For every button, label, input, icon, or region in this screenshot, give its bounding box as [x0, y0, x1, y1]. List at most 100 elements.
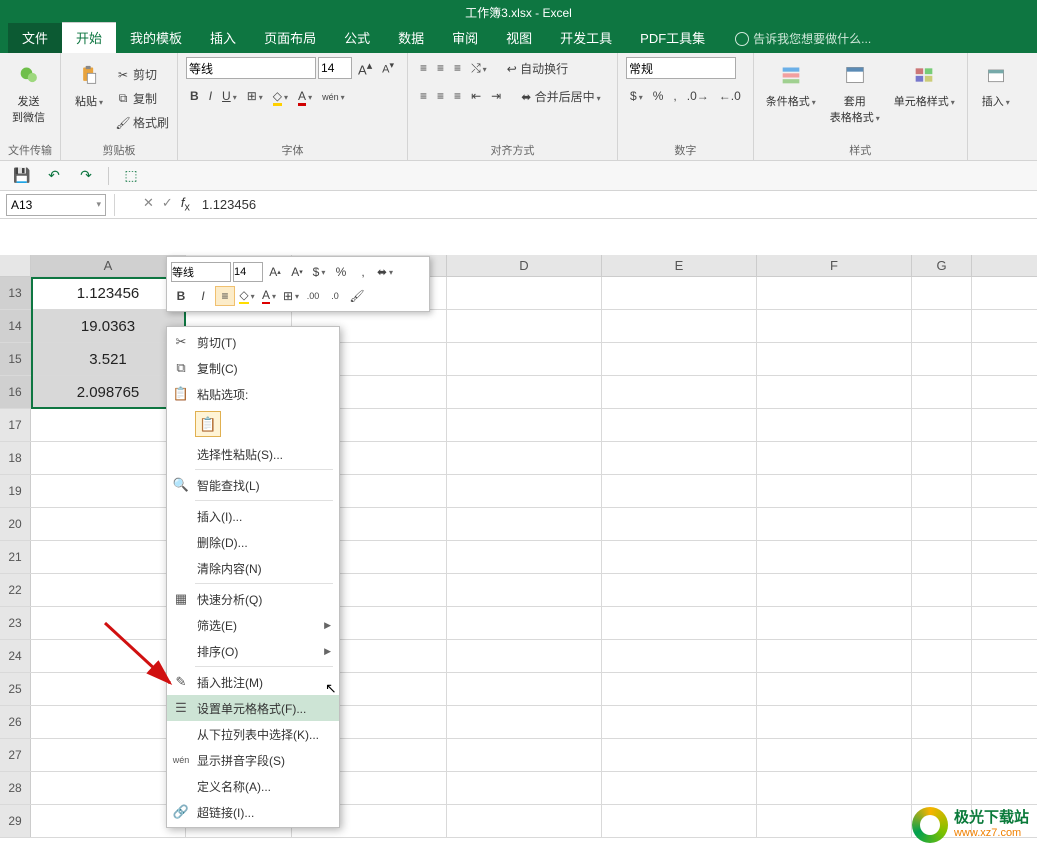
mini-format-painter[interactable]: 🖌: [347, 286, 367, 306]
align-right-button[interactable]: ≡: [450, 87, 465, 105]
cell[interactable]: [602, 805, 757, 837]
ctx-delete[interactable]: 删除(D)...: [167, 529, 339, 555]
cell[interactable]: [602, 739, 757, 771]
cell[interactable]: [447, 475, 602, 507]
tab-view[interactable]: 视图: [492, 23, 546, 53]
indent-inc-button[interactable]: ⇥: [487, 87, 505, 105]
cell[interactable]: [912, 409, 972, 441]
font-color-button[interactable]: A: [294, 87, 316, 105]
align-bottom-button[interactable]: ≡: [450, 59, 465, 77]
mini-bold[interactable]: B: [171, 286, 191, 306]
cell[interactable]: [31, 508, 186, 540]
col-header-E[interactable]: E: [602, 255, 757, 276]
mini-font-color[interactable]: A: [259, 286, 279, 306]
cell[interactable]: [757, 541, 912, 573]
col-header-F[interactable]: F: [757, 255, 912, 276]
row-header[interactable]: 13: [0, 277, 31, 309]
cell[interactable]: [602, 343, 757, 375]
cell[interactable]: [31, 442, 186, 474]
cell[interactable]: [31, 739, 186, 771]
tab-dev[interactable]: 开发工具: [546, 23, 626, 53]
tell-me-search[interactable]: 告诉我您想要做什么...: [735, 30, 871, 53]
cell[interactable]: [31, 640, 186, 672]
ctx-hyperlink[interactable]: 🔗超链接(I)...: [167, 799, 339, 825]
row-header[interactable]: 27: [0, 739, 31, 771]
row-header[interactable]: 16: [0, 376, 31, 408]
mini-dec-decimal[interactable]: .0: [325, 286, 345, 306]
dec-decimal-button[interactable]: ←.0: [715, 87, 745, 105]
cell[interactable]: [912, 772, 972, 804]
ctx-format-cells[interactable]: ☰设置单元格格式(F)...: [167, 695, 339, 721]
mini-fill-color[interactable]: ◇: [237, 286, 257, 306]
cell[interactable]: [757, 739, 912, 771]
cell[interactable]: [757, 277, 912, 309]
tab-templates[interactable]: 我的模板: [116, 23, 196, 53]
cell[interactable]: [31, 607, 186, 639]
save-button[interactable]: 💾: [12, 166, 32, 186]
number-format-select[interactable]: [626, 57, 736, 79]
formula-input[interactable]: 1.123456: [200, 195, 1037, 214]
tab-review[interactable]: 审阅: [438, 23, 492, 53]
cell[interactable]: [912, 310, 972, 342]
cell[interactable]: [602, 475, 757, 507]
align-middle-button[interactable]: ≡: [433, 59, 448, 77]
border-button[interactable]: ⊞: [243, 87, 267, 105]
cell[interactable]: [31, 706, 186, 738]
mini-percent[interactable]: %: [331, 262, 351, 282]
mini-grow-font[interactable]: A▴: [265, 262, 285, 282]
row-header[interactable]: 29: [0, 805, 31, 837]
tab-pdf[interactable]: PDF工具集: [626, 23, 719, 53]
font-size-select[interactable]: [318, 57, 352, 79]
undo-button[interactable]: ↶: [44, 166, 64, 186]
row-header[interactable]: 28: [0, 772, 31, 804]
cell[interactable]: [757, 805, 912, 837]
ctx-insert[interactable]: 插入(I)...: [167, 503, 339, 529]
cell[interactable]: [602, 508, 757, 540]
tab-data[interactable]: 数据: [384, 23, 438, 53]
cell[interactable]: [757, 706, 912, 738]
cell[interactable]: [912, 673, 972, 705]
cell[interactable]: [602, 442, 757, 474]
cell[interactable]: [447, 673, 602, 705]
mini-inc-decimal[interactable]: .00: [303, 286, 323, 306]
cell-styles-button[interactable]: 单元格样式: [890, 57, 959, 140]
cell[interactable]: [602, 673, 757, 705]
cell[interactable]: [602, 607, 757, 639]
mini-border[interactable]: ⊞: [281, 286, 301, 306]
redo-button[interactable]: ↷: [76, 166, 96, 186]
format-as-table-button[interactable]: 套用 表格格式: [826, 57, 884, 140]
ctx-cut[interactable]: ✂剪切(T): [167, 329, 339, 355]
cell[interactable]: [757, 772, 912, 804]
bold-button[interactable]: B: [186, 87, 203, 105]
tab-home[interactable]: 开始: [62, 22, 116, 53]
cell[interactable]: 2.098765: [31, 376, 186, 408]
cell[interactable]: [447, 541, 602, 573]
ctx-show-pinyin[interactable]: wén显示拼音字段(S): [167, 747, 339, 773]
cell[interactable]: [602, 376, 757, 408]
cell[interactable]: [31, 409, 186, 441]
cell[interactable]: [31, 673, 186, 705]
cell[interactable]: [602, 277, 757, 309]
cell[interactable]: [912, 706, 972, 738]
tab-file[interactable]: 文件: [8, 23, 62, 53]
cell[interactable]: [757, 310, 912, 342]
cell[interactable]: [447, 343, 602, 375]
cell[interactable]: [447, 805, 602, 837]
row-header[interactable]: 25: [0, 673, 31, 705]
col-header-A[interactable]: A: [31, 255, 186, 276]
select-all-corner[interactable]: [0, 255, 31, 276]
ctx-filter[interactable]: 筛选(E)▶: [167, 612, 339, 638]
italic-button[interactable]: I: [205, 87, 216, 105]
mini-font-name[interactable]: [171, 262, 231, 282]
ctx-pick-from-list[interactable]: 从下拉列表中选择(K)...: [167, 721, 339, 747]
col-header-G[interactable]: G: [912, 255, 972, 276]
cell[interactable]: [912, 442, 972, 474]
ctx-sort[interactable]: 排序(O)▶: [167, 638, 339, 664]
row-header[interactable]: 15: [0, 343, 31, 375]
cell[interactable]: [31, 805, 186, 837]
currency-button[interactable]: $: [626, 87, 647, 105]
cell[interactable]: [447, 772, 602, 804]
mini-align-center[interactable]: ≡: [215, 286, 235, 306]
confirm-edit-button[interactable]: ✓: [162, 195, 173, 214]
cell[interactable]: 1.123456: [31, 277, 186, 309]
